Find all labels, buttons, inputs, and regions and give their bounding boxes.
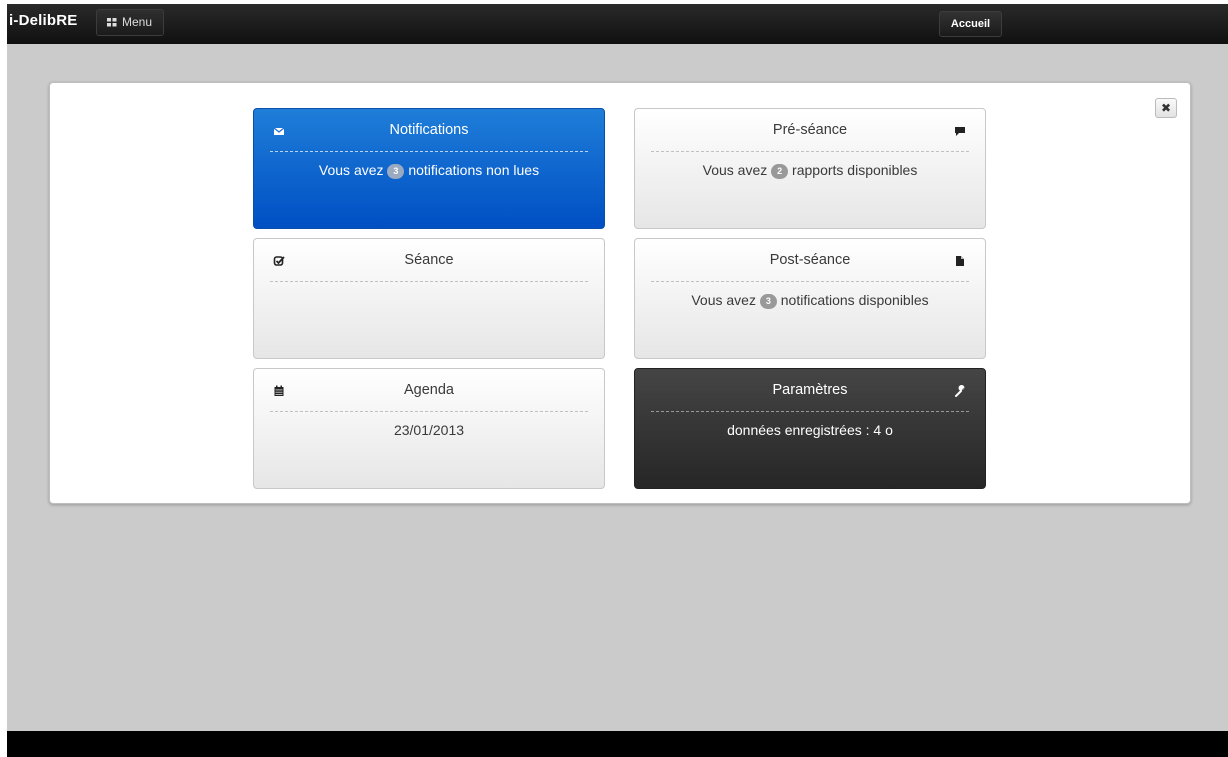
count-badge: 3 [387, 164, 405, 179]
count-badge: 2 [771, 164, 789, 179]
tile-header: Post-séance [651, 252, 969, 282]
agenda-date: 23/01/2013 [393, 422, 465, 438]
tile-title: Paramètres [772, 382, 848, 398]
tile-text-after: notifications disponibles [780, 292, 929, 308]
tile-title: Séance [404, 252, 454, 268]
tile-header: Pré-séance [651, 122, 969, 152]
tile-body: Vous avez 3 notifications non lues [270, 162, 588, 179]
tile-header: Séance [270, 252, 588, 282]
close-icon: ✖ [1160, 101, 1172, 115]
tile-post-seance[interactable]: Post-séance Vous avez 3 notifications di… [634, 238, 986, 359]
menu-button-label: Menu [122, 15, 153, 29]
tile-header: Notifications [270, 122, 588, 152]
file-icon [956, 256, 964, 266]
tile-seance[interactable]: Séance [253, 238, 605, 359]
tile-body: Vous avez 3 notifications disponibles [651, 292, 969, 309]
brand-logo[interactable]: i-DelibRE [9, 12, 77, 29]
tile-text-after: notifications non lues [408, 162, 540, 178]
tile-header: Paramètres [651, 382, 969, 412]
tile-title: Agenda [404, 382, 454, 398]
menu-button[interactable]: Menu [96, 9, 164, 36]
app-frame: i-DelibRE Menu Accueil ✖ Notifications V… [7, 4, 1228, 757]
dashboard-panel: ✖ Notifications Vous avez 3 notification… [49, 82, 1191, 504]
tile-body: Vous avez 2 rapports disponibles [651, 162, 969, 179]
top-navbar: i-DelibRE Menu Accueil [7, 4, 1228, 44]
tile-title: Post-séance [769, 252, 851, 268]
tile-header: Agenda [270, 382, 588, 412]
tile-parametres[interactable]: Paramètres données enregistrées : 4 o [634, 368, 986, 489]
tile-agenda[interactable]: Agenda 23/01/2013 [253, 368, 605, 489]
tile-notifications[interactable]: Notifications Vous avez 3 notifications … [253, 108, 605, 229]
home-button[interactable]: Accueil [939, 11, 1002, 37]
tile-text-after: rapports disponibles [792, 162, 918, 178]
tile-body: 23/01/2013 [270, 422, 588, 438]
tile-title: Pré-séance [772, 122, 848, 138]
count-badge: 3 [759, 294, 777, 309]
storage-info: données enregistrées : 4 o [727, 422, 893, 438]
wrench-icon [955, 385, 965, 397]
tile-text-before: Vous avez [318, 162, 384, 178]
footer-bar [7, 731, 1228, 757]
tile-text-before: Vous avez [702, 162, 768, 178]
grid-icon [107, 18, 117, 27]
tile-pre-seance[interactable]: Pré-séance Vous avez 2 rapports disponib… [634, 108, 986, 229]
tile-title: Notifications [389, 122, 469, 138]
tile-body: données enregistrées : 4 o [651, 422, 969, 438]
comment-icon [955, 127, 965, 136]
close-button[interactable]: ✖ [1155, 98, 1177, 118]
tile-text-before: Vous avez [691, 292, 756, 308]
